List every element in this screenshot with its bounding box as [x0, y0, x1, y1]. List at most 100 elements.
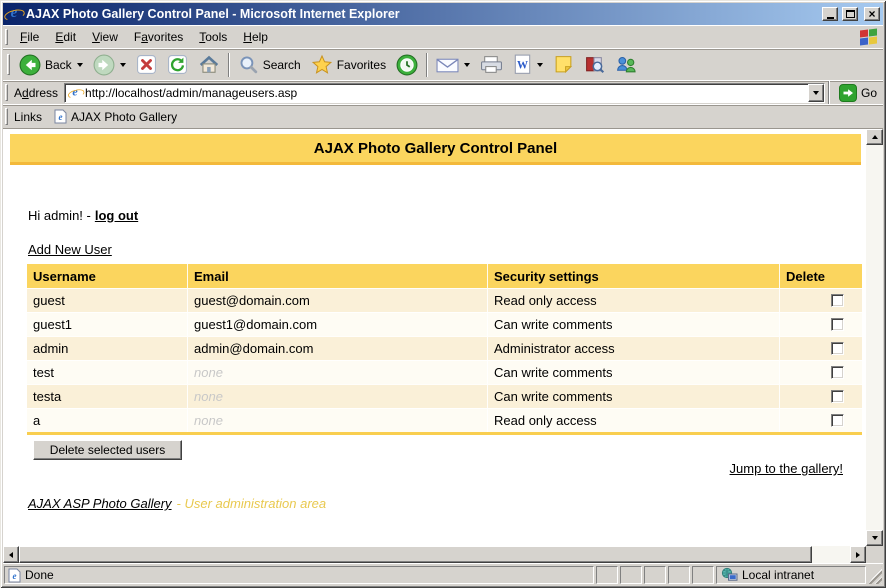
table-header-row: Username Email Security settings Delete [27, 264, 862, 288]
jump-to-gallery-link[interactable]: Jump to the gallery! [730, 461, 843, 476]
forward-button[interactable] [88, 52, 131, 78]
search-button[interactable]: Search [233, 52, 306, 77]
resize-grip[interactable] [868, 566, 882, 584]
cell-security: Read only access [487, 289, 779, 312]
history-button[interactable] [391, 52, 423, 78]
mail-button[interactable] [431, 54, 475, 76]
status-pane [668, 566, 690, 584]
menubar-grip[interactable] [5, 29, 8, 44]
delete-checkbox[interactable] [831, 342, 844, 355]
security-zone-pane: Local intranet [716, 566, 866, 584]
toolbar-grip[interactable] [7, 54, 10, 76]
address-field[interactable]: e [64, 83, 825, 103]
header-security: Security settings [487, 264, 779, 288]
table-row: guest guest@domain.com Read only access [27, 288, 862, 312]
windows-logo-icon [859, 28, 879, 46]
menu-file[interactable]: File [12, 28, 47, 46]
browser-viewport: AJAX Photo Gallery Control Panel Hi admi… [3, 129, 883, 546]
ie-logo-icon: e [6, 6, 22, 22]
cell-security: Can write comments [487, 313, 779, 336]
cell-username: a [27, 409, 187, 432]
search-icon [238, 54, 259, 75]
status-bar: e Done Local intranet [3, 563, 883, 585]
cell-security: Can write comments [487, 361, 779, 384]
favorites-button[interactable]: Favorites [306, 52, 391, 78]
search-label: Search [263, 58, 301, 72]
links-label: Links [14, 110, 42, 124]
cell-username: guest1 [27, 313, 187, 336]
forward-dropdown-icon[interactable] [120, 63, 126, 67]
discuss-button[interactable] [548, 52, 579, 77]
back-label: Back [45, 58, 72, 72]
favorites-label: Favorites [337, 58, 386, 72]
arrow-up-icon [872, 135, 878, 139]
vertical-scroll-track[interactable] [866, 145, 883, 530]
maximize-button[interactable] [842, 7, 858, 21]
back-button[interactable]: Back [14, 52, 88, 78]
chevron-down-icon [813, 91, 819, 95]
footer-gallery-link[interactable]: AJAX ASP Photo Gallery [28, 496, 172, 511]
horizontal-scrollbar[interactable] [3, 546, 866, 563]
messenger-button[interactable] [610, 52, 643, 77]
table-row: guest1 guest1@domain.com Can write comme… [27, 312, 862, 336]
links-item-ajax-photo-gallery[interactable]: e AJAX Photo Gallery [50, 109, 181, 124]
scroll-down-button[interactable] [866, 530, 883, 546]
scroll-left-button[interactable] [3, 546, 19, 563]
svg-text:e: e [13, 571, 17, 581]
close-button[interactable]: × [864, 7, 880, 21]
horizontal-scrollbar-row [3, 546, 883, 563]
minimize-button[interactable] [822, 7, 838, 21]
stop-button[interactable] [131, 52, 162, 77]
arrow-right-icon [856, 552, 860, 558]
cell-security: Can write comments [487, 385, 779, 408]
address-label: Address [14, 86, 58, 100]
cell-username: testa [27, 385, 187, 408]
horizontal-scroll-track[interactable] [812, 546, 850, 563]
table-body: guest guest@domain.com Read only access … [27, 288, 862, 432]
page-banner: AJAX Photo Gallery Control Panel [10, 134, 861, 165]
go-button[interactable]: Go [833, 84, 883, 102]
address-dropdown-button[interactable] [808, 84, 824, 102]
print-button[interactable] [475, 53, 508, 76]
menu-favorites[interactable]: Favorites [126, 28, 191, 46]
addressbar-grip[interactable] [5, 84, 8, 100]
back-dropdown-icon[interactable] [77, 63, 83, 67]
mail-dropdown-icon[interactable] [464, 63, 470, 67]
linksbar-grip[interactable] [5, 108, 8, 124]
refresh-button[interactable] [162, 52, 193, 77]
print-icon [480, 55, 503, 74]
messenger-people-icon [615, 54, 638, 75]
menu-view[interactable]: View [84, 28, 126, 46]
scroll-right-button[interactable] [850, 546, 866, 563]
delete-selected-users-button[interactable]: Delete selected users [33, 440, 182, 460]
toolbar-separator [426, 53, 428, 77]
research-book-icon [584, 54, 605, 75]
delete-checkbox[interactable] [831, 294, 844, 307]
status-pane [620, 566, 642, 584]
delete-checkbox[interactable] [831, 366, 844, 379]
table-row: a none Read only access [27, 408, 862, 432]
horizontal-scroll-thumb[interactable] [19, 546, 812, 563]
edit-dropdown-icon[interactable] [537, 63, 543, 67]
header-delete: Delete [779, 264, 862, 288]
vertical-scrollbar[interactable] [866, 129, 883, 546]
go-label: Go [861, 86, 877, 100]
toolbar-separator [228, 53, 230, 77]
add-new-user-link[interactable]: Add New User [28, 242, 112, 257]
delete-checkbox[interactable] [831, 390, 844, 403]
research-button[interactable] [579, 52, 610, 77]
delete-checkbox[interactable] [831, 414, 844, 427]
refresh-icon [167, 54, 188, 75]
menu-help[interactable]: Help [235, 28, 276, 46]
menu-edit[interactable]: Edit [47, 28, 84, 46]
logout-link[interactable]: log out [95, 208, 138, 223]
forward-icon [93, 54, 115, 76]
home-button[interactable] [193, 52, 225, 78]
delete-checkbox[interactable] [831, 318, 844, 331]
discuss-note-icon [553, 54, 574, 75]
page-title: AJAX Photo Gallery Control Panel [314, 140, 557, 157]
menu-tools[interactable]: Tools [191, 28, 235, 46]
scroll-up-button[interactable] [866, 129, 883, 145]
url-input[interactable] [85, 86, 805, 100]
edit-with-word-button[interactable]: W [508, 52, 548, 77]
